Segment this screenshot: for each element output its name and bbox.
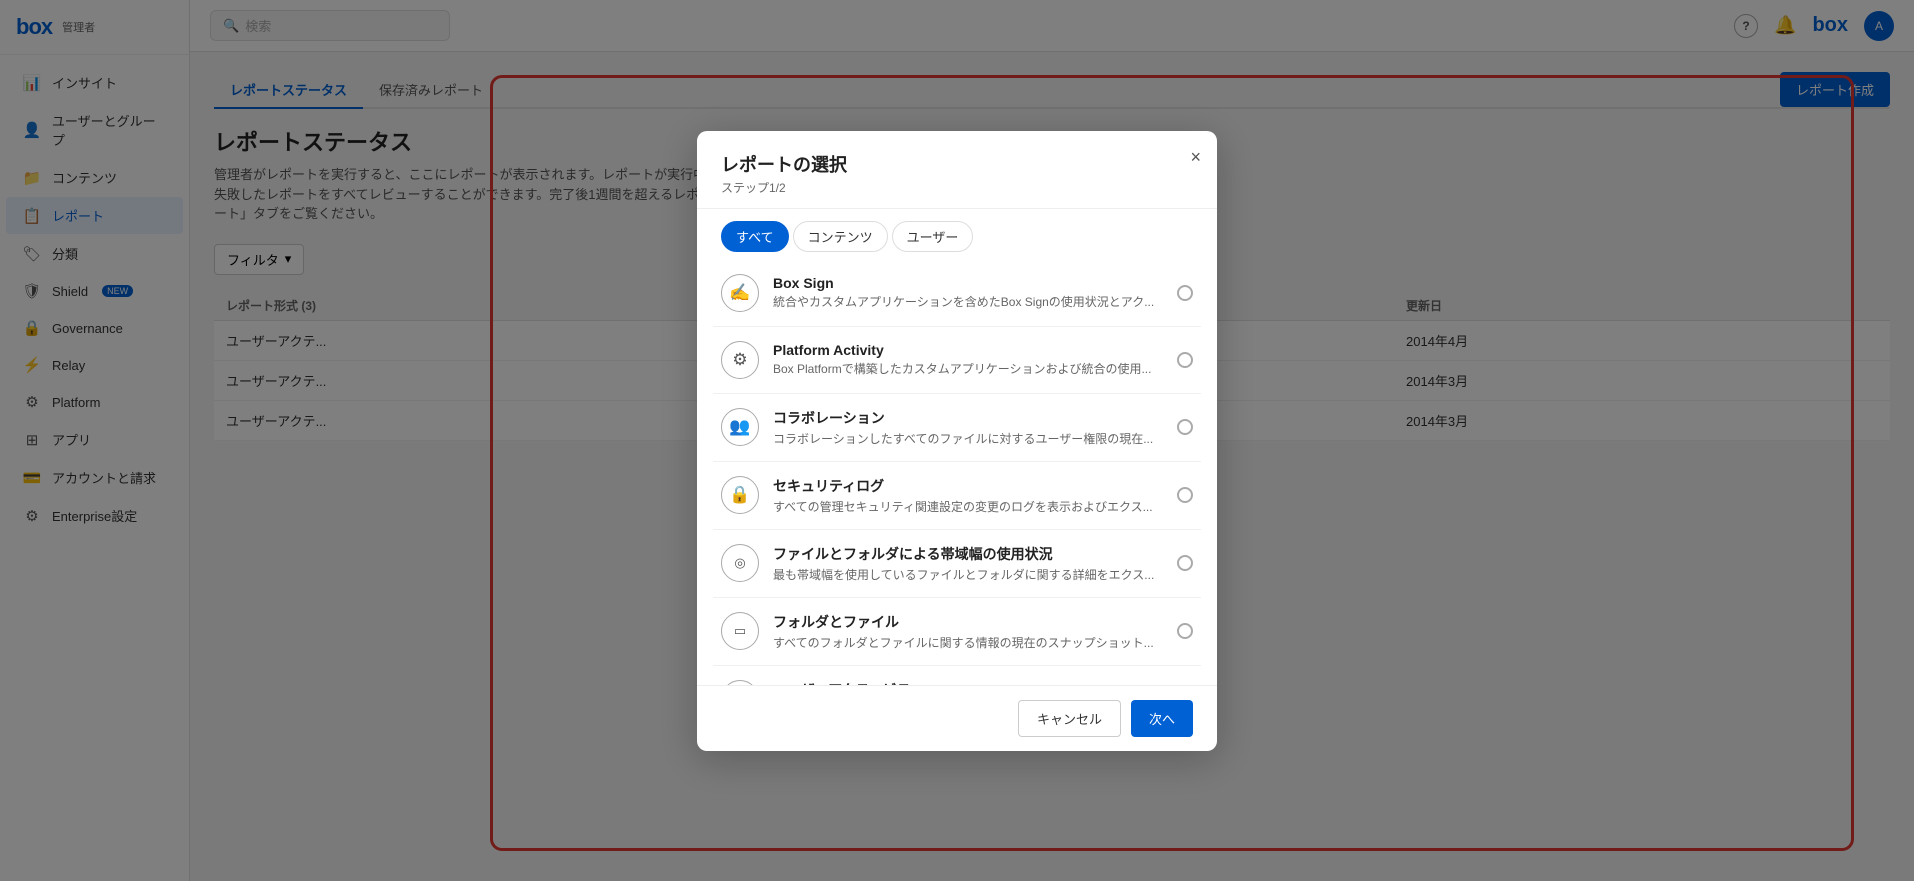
next-button[interactable]: 次へ: [1131, 700, 1193, 737]
report-desc: コラボレーションしたすべてのファイルに対するユーザー権限の現在...: [773, 430, 1163, 447]
report-name: Box Sign: [773, 275, 1163, 291]
report-text: コラボレーション コラボレーションしたすべてのファイルに対するユーザー権限の現在…: [773, 408, 1163, 447]
filter-tab-user[interactable]: ユーザー: [892, 221, 974, 252]
report-item-bandwidth[interactable]: ◎ ファイルとフォルダによる帯域幅の使用状況 最も帯域幅を使用しているファイルと…: [713, 530, 1201, 598]
platform-activity-icon: ⚙: [721, 341, 759, 379]
box-sign-icon: ✍: [721, 274, 759, 312]
modal-step: ステップ1/2: [721, 179, 1193, 196]
report-item-box-sign[interactable]: ✍ Box Sign 統合やカスタムアプリケーションを含めたBox Signの使…: [713, 260, 1201, 327]
report-name: フォルダとファイル: [773, 612, 1163, 632]
cancel-button[interactable]: キャンセル: [1018, 700, 1121, 737]
report-item-collaboration[interactable]: 👥 コラボレーション コラボレーションしたすべてのファイルに対するユーザー権限の…: [713, 394, 1201, 462]
report-text: Platform Activity Box Platformで構築したカスタムア…: [773, 342, 1163, 377]
report-desc: すべてのフォルダとファイルに関する情報の現在のスナップショット...: [773, 634, 1163, 651]
report-radio[interactable]: [1177, 285, 1193, 301]
filter-tab-all[interactable]: すべて: [721, 221, 789, 252]
report-desc: 最も帯域幅を使用しているファイルとフォルダに関する詳細をエクス...: [773, 566, 1163, 583]
modal-header: レポートの選択 ステップ1/2 ×: [697, 131, 1217, 209]
report-text: フォルダとファイル すべてのフォルダとファイルに関する情報の現在のスナップショッ…: [773, 612, 1163, 651]
security-log-icon: 🔒: [721, 476, 759, 514]
report-radio[interactable]: [1177, 555, 1193, 571]
report-item-user-activity[interactable]: 〜 ユーザーアクティビティ 重要なユーザー操作のすべての監査ログを表示およびエク…: [713, 666, 1201, 685]
filter-tab-content[interactable]: コンテンツ: [793, 221, 888, 252]
report-name: ファイルとフォルダによる帯域幅の使用状況: [773, 544, 1163, 564]
modal-overlay: レポートの選択 ステップ1/2 × すべて コンテンツ ユーザー ✍ Box S…: [0, 0, 1914, 881]
report-radio[interactable]: [1177, 419, 1193, 435]
modal-footer: キャンセル 次へ: [697, 685, 1217, 751]
report-desc: 統合やカスタムアプリケーションを含めたBox Signの使用状況とアク...: [773, 293, 1163, 310]
report-name: Platform Activity: [773, 342, 1163, 358]
modal-title: レポートの選択: [721, 151, 1193, 177]
report-desc: すべての管理セキュリティ関連設定の変更のログを表示およびエクス...: [773, 498, 1163, 515]
modal-report-list: ✍ Box Sign 統合やカスタムアプリケーションを含めたBox Signの使…: [697, 260, 1217, 685]
report-text: ファイルとフォルダによる帯域幅の使用状況 最も帯域幅を使用しているファイルとフォ…: [773, 544, 1163, 583]
report-text: Box Sign 統合やカスタムアプリケーションを含めたBox Signの使用状…: [773, 275, 1163, 310]
folder-file-icon: ▭: [721, 612, 759, 650]
report-text: セキュリティログ すべての管理セキュリティ関連設定の変更のログを表示およびエクス…: [773, 476, 1163, 515]
report-item-folder-file[interactable]: ▭ フォルダとファイル すべてのフォルダとファイルに関する情報の現在のスナップシ…: [713, 598, 1201, 666]
report-radio[interactable]: [1177, 623, 1193, 639]
modal-filter-tabs: すべて コンテンツ ユーザー: [697, 209, 1217, 260]
bandwidth-icon: ◎: [721, 544, 759, 582]
report-item-security-log[interactable]: 🔒 セキュリティログ すべての管理セキュリティ関連設定の変更のログを表示およびエ…: [713, 462, 1201, 530]
report-radio[interactable]: [1177, 487, 1193, 503]
modal-close-button[interactable]: ×: [1190, 147, 1201, 168]
report-name: セキュリティログ: [773, 476, 1163, 496]
collaboration-icon: 👥: [721, 408, 759, 446]
report-radio[interactable]: [1177, 352, 1193, 368]
report-item-platform-activity[interactable]: ⚙ Platform Activity Box Platformで構築したカスタ…: [713, 327, 1201, 394]
report-name: コラボレーション: [773, 408, 1163, 428]
report-desc: Box Platformで構築したカスタムアプリケーションおよび統合の使用...: [773, 360, 1163, 377]
modal-dialog: レポートの選択 ステップ1/2 × すべて コンテンツ ユーザー ✍ Box S…: [697, 131, 1217, 751]
